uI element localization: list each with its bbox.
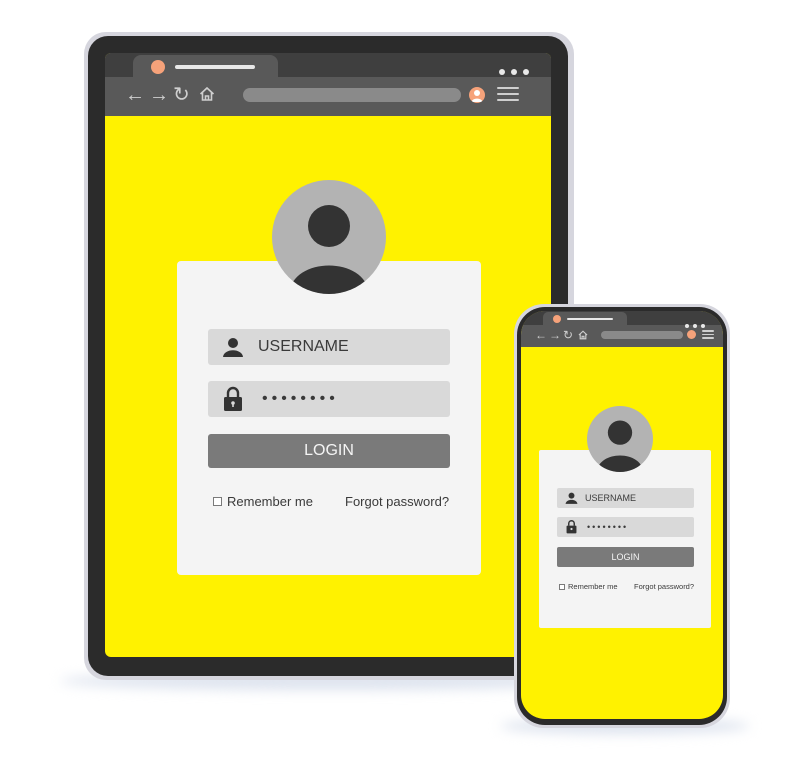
login-card [539, 450, 711, 628]
forward-arrow-icon[interactable]: → [149, 84, 169, 106]
address-bar[interactable] [243, 88, 461, 102]
tab-title-placeholder [175, 65, 255, 69]
forward-arrow-icon[interactable]: → [549, 328, 561, 342]
reload-icon[interactable]: ↻ [563, 328, 573, 342]
home-icon[interactable] [199, 86, 215, 102]
username-field[interactable]: USERNAME [208, 329, 450, 365]
remember-label: Remember me [568, 582, 618, 591]
reload-icon[interactable]: ↻ [173, 84, 190, 106]
hamburger-menu-icon[interactable] [702, 330, 714, 341]
password-mask: •••••••• [262, 390, 339, 407]
account-avatar-icon[interactable] [469, 87, 485, 103]
browser-nav: ← → ↻ [125, 83, 215, 107]
back-arrow-icon[interactable]: ← [125, 84, 145, 106]
password-mask: •••••••• [587, 522, 629, 532]
user-icon [565, 492, 578, 504]
username-field[interactable]: USERNAME [557, 488, 694, 508]
remember-me[interactable]: Remember me [559, 582, 618, 591]
tab-title-placeholder [567, 318, 613, 320]
window-controls[interactable] [499, 62, 535, 80]
login-card [177, 261, 481, 575]
back-arrow-icon[interactable]: ← [535, 328, 547, 342]
password-field[interactable]: •••••••• [557, 517, 694, 537]
username-placeholder: USERNAME [585, 493, 637, 503]
home-icon[interactable] [578, 330, 588, 340]
remember-checkbox[interactable] [213, 497, 222, 506]
profile-avatar-icon [587, 406, 653, 472]
forgot-password-link[interactable]: Forgot password? [634, 582, 694, 591]
user-icon [223, 338, 243, 357]
login-button[interactable]: LOGIN [557, 547, 694, 567]
browser-nav: ← → ↻ [535, 328, 588, 342]
profile-avatar-icon [272, 180, 386, 294]
lock-icon [566, 520, 577, 534]
username-placeholder: USERNAME [258, 338, 349, 355]
remember-label: Remember me [227, 494, 313, 509]
remember-checkbox[interactable] [559, 583, 565, 590]
address-bar[interactable] [601, 331, 683, 339]
forgot-password-link[interactable]: Forgot password? [345, 494, 449, 509]
login-button[interactable]: LOGIN [208, 434, 450, 468]
password-field[interactable]: •••••••• [208, 381, 450, 417]
tab-favicon-icon [553, 315, 561, 323]
account-avatar-icon[interactable] [687, 330, 696, 339]
tab-favicon-icon [151, 60, 165, 74]
lock-icon [224, 386, 242, 411]
hamburger-menu-icon[interactable] [497, 87, 519, 105]
remember-me[interactable]: Remember me [213, 494, 313, 509]
phone-screen: ← → ↻ USERNAME •••••••• LOGIN Remember me [521, 311, 723, 719]
tablet-screen: ← → ↻ USERNAME •••••••• LOGIN Remember m… [105, 53, 551, 657]
